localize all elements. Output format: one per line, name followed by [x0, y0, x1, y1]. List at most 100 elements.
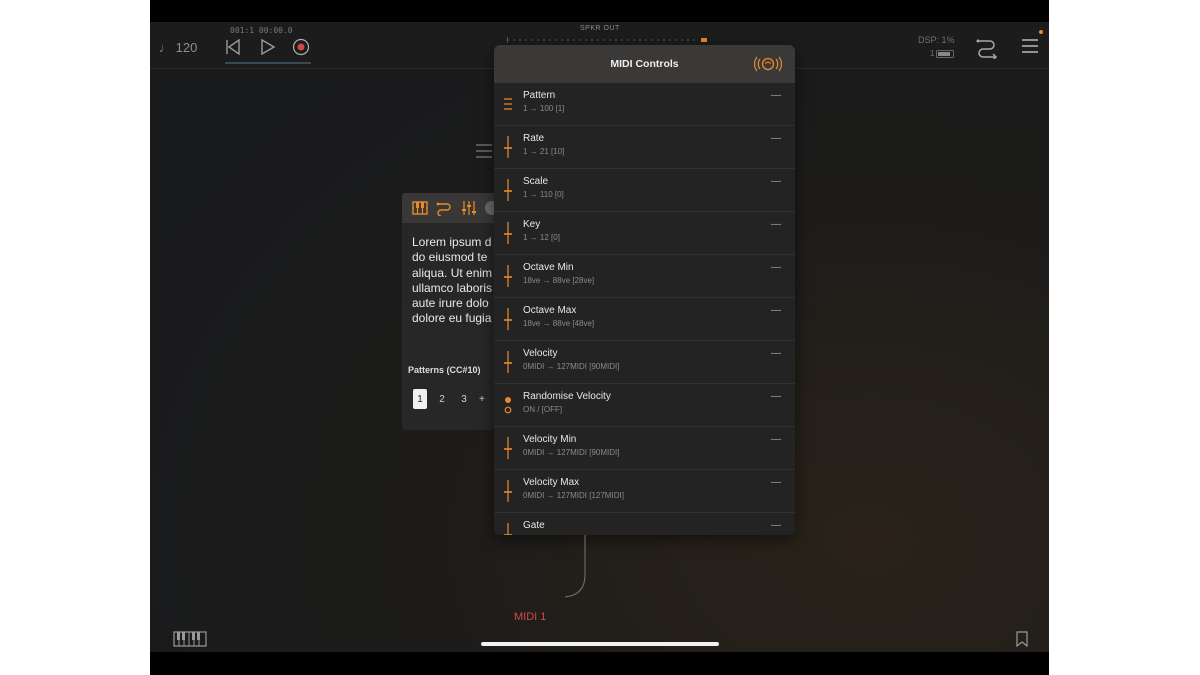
control-name: Octave Max	[523, 305, 577, 316]
slider-icon	[504, 265, 512, 287]
node-menu-icon[interactable]	[475, 142, 493, 160]
play-button[interactable]	[258, 37, 278, 57]
rewind-button[interactable]	[223, 37, 243, 57]
control-range: 0MIDI → 127MIDI [90MIDI]	[523, 362, 620, 371]
slider-icon	[504, 480, 512, 502]
hamburger-icon	[1022, 39, 1038, 53]
battery-icon	[936, 50, 954, 58]
slider-icon	[504, 351, 512, 373]
midi-control-row[interactable]: Velocity Max 0MIDI → 127MIDI [127MIDI] —	[494, 470, 795, 513]
midi-control-row[interactable]: Velocity Min 0MIDI → 127MIDI [90MIDI] —	[494, 427, 795, 470]
pattern-selector: 1 2 3 +	[413, 389, 485, 409]
control-assignment[interactable]: —	[771, 90, 781, 101]
control-assignment[interactable]: —	[771, 391, 781, 402]
control-name: Gate	[523, 520, 545, 531]
control-name: Octave Min	[523, 262, 574, 273]
control-name: Rate	[523, 133, 545, 144]
midi-control-row[interactable]: Randomise Velocity ON / [OFF] —	[494, 384, 795, 427]
midi-output-label[interactable]: MIDI 1	[514, 611, 546, 623]
midi-control-row[interactable]: Scale 1 → 110 [0] —	[494, 169, 795, 212]
midi-control-row[interactable]: Rate 1 → 21 [10] —	[494, 126, 795, 169]
midi-control-row[interactable]: Gate0% → 1% [0.5%]—	[494, 513, 795, 535]
description-line: do eiusmod te	[412, 250, 488, 265]
control-name: Randomise Velocity	[523, 391, 611, 402]
bookmark-icon[interactable]	[1016, 631, 1028, 647]
slider-icon	[504, 222, 512, 244]
record-icon	[292, 38, 310, 56]
controls-list: Pattern 1 → 100 [1] — Rate 1 → 21 [10] — Scale…	[494, 83, 795, 535]
patterns-label: Patterns (CC#10)	[408, 365, 481, 375]
app-screen: ♩ 120 001:1 00:00.0 SPKR OUT DSP: 1% 1 L…	[150, 0, 1049, 675]
rewind-icon	[226, 39, 240, 55]
bottom-letterbox	[150, 652, 1049, 675]
midi-control-row[interactable]: Pattern 1 → 100 [1] —	[494, 83, 795, 126]
mixer-icon[interactable]	[461, 200, 477, 216]
patch-panel: Lorem ipsum d do eiusmod te aliqua. Ut e…	[402, 193, 502, 430]
control-assignment[interactable]: —	[771, 434, 781, 445]
routing-icon	[976, 39, 998, 61]
play-icon	[261, 39, 276, 55]
transport-underline	[225, 62, 311, 64]
control-range: ON / [OFF]	[523, 405, 563, 414]
tempo-display[interactable]: ♩ 120	[159, 40, 197, 55]
slider-icon	[504, 308, 512, 330]
control-range: 0MIDI → 127MIDI [127MIDI]	[523, 491, 624, 500]
keyboard-icon[interactable]	[173, 631, 207, 647]
control-assignment[interactable]: —	[771, 477, 781, 488]
slider-icon	[504, 523, 512, 535]
output-meter	[507, 37, 707, 43]
description-line: aliqua. Ut enim	[412, 265, 493, 280]
slider-icon	[504, 437, 512, 459]
control-assignment[interactable]: —	[771, 520, 781, 531]
description-text: Lorem ipsum d do eiusmod te aliqua. Ut e…	[412, 235, 502, 327]
control-range: 0MIDI → 127MIDI [90MIDI]	[523, 448, 620, 457]
midi-control-row[interactable]: Key 1 → 12 [0] —	[494, 212, 795, 255]
add-pattern-button[interactable]: +	[479, 394, 485, 405]
control-name: Velocity Min	[523, 434, 577, 445]
control-name: Velocity Max	[523, 477, 580, 488]
dsp-sub: 1	[930, 49, 935, 58]
control-name: Key	[523, 219, 541, 230]
record-button[interactable]	[291, 37, 311, 57]
description-line: Lorem ipsum d	[412, 235, 492, 249]
midi-control-row[interactable]: Octave Max 18ve → 88ve [48ve] —	[494, 298, 795, 341]
pattern-button-2[interactable]: 2	[435, 389, 449, 409]
route-icon[interactable]	[436, 200, 452, 216]
slider-icon	[504, 136, 512, 158]
control-assignment[interactable]: —	[771, 348, 781, 359]
control-assignment[interactable]: —	[771, 305, 781, 316]
home-indicator[interactable]	[481, 642, 719, 646]
midi-control-row[interactable]: Velocity 0MIDI → 127MIDI [90MIDI] —	[494, 341, 795, 384]
piano-icon[interactable]	[412, 200, 428, 216]
patch-toolbar	[402, 193, 502, 223]
control-name: Velocity	[523, 348, 558, 359]
slider-icon	[504, 179, 512, 201]
popup-header: MIDI Controls	[494, 45, 795, 83]
control-assignment[interactable]: —	[771, 176, 781, 187]
notification-dot	[1039, 30, 1043, 34]
routing-button[interactable]	[975, 35, 999, 61]
control-range: 1 → 21 [10]	[523, 147, 565, 156]
control-name: Scale	[523, 176, 549, 187]
pattern-button-3[interactable]: 3	[457, 389, 471, 409]
midi-learn-icon[interactable]	[754, 55, 782, 73]
transport-time: 001:1 00:00.0	[230, 26, 293, 35]
control-range: 1 → 110 [0]	[523, 190, 564, 199]
list-icon	[504, 98, 512, 110]
control-assignment[interactable]: —	[771, 133, 781, 144]
description-line: ullamco laboris	[412, 280, 493, 295]
midi-controls-popup: MIDI Controls Pattern 1 → 100 [1] — Rate 1 →…	[494, 45, 795, 535]
description-line: aute irure dolo	[412, 296, 489, 311]
meter-label: SPKR OUT	[580, 25, 620, 32]
control-name: Pattern	[523, 90, 556, 101]
toggle-icon	[504, 397, 512, 414]
control-assignment[interactable]: —	[771, 219, 781, 230]
pattern-button-1[interactable]: 1	[413, 389, 427, 409]
control-range: 18ve → 88ve [48ve]	[523, 319, 595, 328]
control-assignment[interactable]: —	[771, 262, 781, 273]
popup-title: MIDI Controls	[610, 58, 679, 70]
main-menu-button[interactable]	[1021, 37, 1039, 55]
midi-control-row[interactable]: Octave Min 18ve → 88ve [28ve] —	[494, 255, 795, 298]
control-range: 18ve → 88ve [28ve]	[523, 276, 595, 285]
control-range: 1 → 100 [1]	[523, 104, 565, 113]
